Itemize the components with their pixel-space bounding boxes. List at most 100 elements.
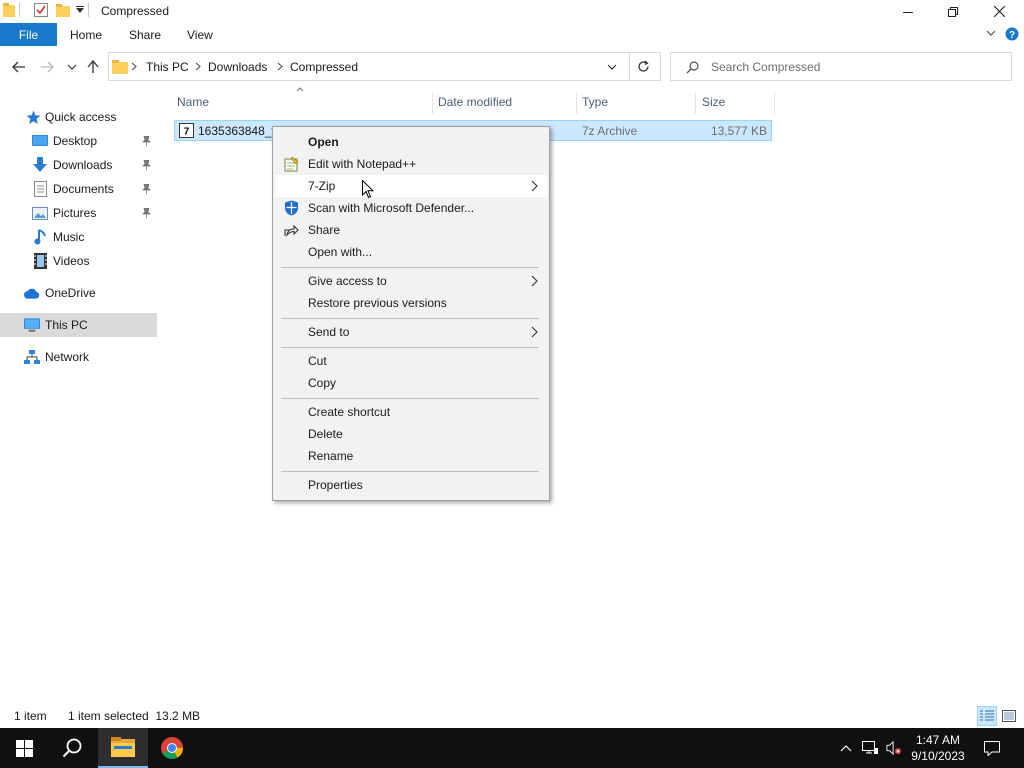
sidebar-item-quick-access[interactable]: Quick access xyxy=(0,105,157,129)
title-bar: Compressed xyxy=(0,0,1024,23)
start-button[interactable] xyxy=(0,728,48,768)
svg-text:?: ? xyxy=(1009,30,1015,41)
share-icon xyxy=(283,222,299,238)
help-icon[interactable]: ? xyxy=(1005,27,1019,41)
chevron-right-icon xyxy=(531,180,538,192)
notification-center-icon[interactable] xyxy=(984,740,1000,756)
7z-archive-icon: 7 xyxy=(179,123,194,138)
search-button[interactable] xyxy=(48,728,96,768)
sidebar-item-desktop[interactable]: Desktop xyxy=(0,129,157,153)
column-header-name[interactable]: Name xyxy=(177,95,209,115)
up-button[interactable] xyxy=(84,58,102,76)
windows-logo-icon xyxy=(15,739,33,757)
tab-view[interactable]: View xyxy=(187,28,213,42)
menu-separator xyxy=(281,347,539,348)
network-status-icon[interactable] xyxy=(862,740,878,756)
recent-locations-dropdown-icon[interactable] xyxy=(63,58,81,76)
address-bar[interactable]: This PC Downloads Compressed xyxy=(108,52,661,81)
tab-file[interactable]: File xyxy=(0,23,57,46)
navigation-pane: Quick access Desktop Downloads Documents… xyxy=(0,100,157,700)
expand-ribbon-icon[interactable] xyxy=(985,27,997,39)
menu-item-open-with[interactable]: Open with... xyxy=(275,241,547,263)
search-icon xyxy=(62,738,82,758)
menu-item-copy[interactable]: Copy xyxy=(275,372,547,394)
defender-shield-icon xyxy=(283,200,299,216)
column-divider[interactable] xyxy=(576,92,577,114)
menu-item-properties[interactable]: Properties xyxy=(275,474,547,496)
pin-icon[interactable] xyxy=(142,184,151,194)
sidebar-item-onedrive[interactable]: OneDrive xyxy=(0,281,157,305)
menu-item-rename[interactable]: Rename xyxy=(275,445,547,467)
video-film-icon xyxy=(32,253,48,269)
volume-muted-icon[interactable] xyxy=(886,740,902,756)
sidebar-item-label: Quick access xyxy=(45,110,117,124)
sidebar-item-label: Downloads xyxy=(53,158,113,172)
column-header-date-modified[interactable]: Date modified xyxy=(438,95,512,115)
details-view-button[interactable] xyxy=(977,706,997,726)
menu-item-restore-previous-versions[interactable]: Restore previous versions xyxy=(275,292,547,314)
refresh-icon[interactable] xyxy=(637,60,650,73)
sidebar-item-pictures[interactable]: Pictures xyxy=(0,201,157,225)
sidebar-item-label: Videos xyxy=(53,254,90,268)
menu-separator xyxy=(281,267,539,268)
folder-icon xyxy=(112,59,128,74)
chevron-right-icon[interactable] xyxy=(277,62,283,71)
taskbar-clock[interactable]: 1:47 AM 9/10/2023 xyxy=(904,732,972,764)
column-divider[interactable] xyxy=(432,92,433,114)
taskbar: 1:47 AM 9/10/2023 xyxy=(0,728,1024,768)
restore-button[interactable] xyxy=(930,0,976,23)
menu-item-open[interactable]: Open xyxy=(275,131,547,153)
sidebar-item-label: OneDrive xyxy=(45,286,96,300)
music-note-icon xyxy=(32,229,48,245)
sidebar-item-videos[interactable]: Videos xyxy=(0,249,157,273)
pin-icon[interactable] xyxy=(142,208,151,218)
new-folder-icon[interactable] xyxy=(56,3,70,17)
menu-separator xyxy=(281,318,539,319)
menu-item-share[interactable]: Share xyxy=(275,219,547,241)
chevron-right-icon[interactable] xyxy=(195,62,201,71)
pin-icon[interactable] xyxy=(142,160,151,170)
column-header-type[interactable]: Type xyxy=(582,95,608,115)
chevron-up-icon[interactable] xyxy=(838,740,854,756)
menu-item-7zip[interactable]: 7-Zip xyxy=(275,175,547,197)
search-input[interactable]: Search Compressed xyxy=(670,52,1012,81)
column-divider[interactable] xyxy=(774,92,775,114)
file-size: 13,577 KB xyxy=(710,124,767,138)
breadcrumb-downloads[interactable]: Downloads xyxy=(208,60,267,74)
mouse-cursor-icon xyxy=(362,180,374,199)
sidebar-item-music[interactable]: Music xyxy=(0,225,157,249)
desktop-icon xyxy=(32,133,48,149)
tab-share[interactable]: Share xyxy=(129,28,161,42)
chevron-right-icon[interactable] xyxy=(131,62,137,71)
column-header-size[interactable]: Size xyxy=(702,95,725,115)
sidebar-item-documents[interactable]: Documents xyxy=(0,177,157,201)
close-button[interactable] xyxy=(976,0,1022,23)
address-history-dropdown-icon[interactable] xyxy=(607,63,617,71)
back-button[interactable] xyxy=(10,58,28,76)
pin-icon[interactable] xyxy=(142,136,151,146)
large-icons-view-button[interactable] xyxy=(999,706,1019,726)
customize-qat-dropdown-icon[interactable] xyxy=(76,6,84,14)
sidebar-item-network[interactable]: Network xyxy=(0,345,157,369)
menu-item-cut[interactable]: Cut xyxy=(275,350,547,372)
menu-item-scan-with-defender[interactable]: Scan with Microsoft Defender... xyxy=(275,197,547,219)
sidebar-item-label: Documents xyxy=(53,182,114,196)
sidebar-item-label: Music xyxy=(53,230,85,244)
menu-item-edit-with-notepadpp[interactable]: Edit with Notepad++ xyxy=(275,153,547,175)
sidebar-item-downloads[interactable]: Downloads xyxy=(0,153,157,177)
menu-item-create-shortcut[interactable]: Create shortcut xyxy=(275,401,547,423)
properties-check-icon[interactable] xyxy=(34,3,48,17)
forward-button[interactable] xyxy=(38,58,56,76)
menu-item-send-to[interactable]: Send to xyxy=(275,321,547,343)
minimize-button[interactable] xyxy=(885,0,931,23)
file-explorer-taskbar-button[interactable] xyxy=(98,728,148,768)
chrome-taskbar-button[interactable] xyxy=(148,728,196,768)
column-divider[interactable] xyxy=(695,92,696,114)
breadcrumb-compressed[interactable]: Compressed xyxy=(290,60,358,74)
breadcrumb-this-pc[interactable]: This PC xyxy=(146,60,189,74)
sidebar-item-this-pc[interactable]: This PC xyxy=(0,313,157,337)
sort-ascending-icon xyxy=(296,87,304,92)
menu-item-delete[interactable]: Delete xyxy=(275,423,547,445)
tab-home[interactable]: Home xyxy=(70,28,102,42)
menu-item-give-access-to[interactable]: Give access to xyxy=(275,270,547,292)
